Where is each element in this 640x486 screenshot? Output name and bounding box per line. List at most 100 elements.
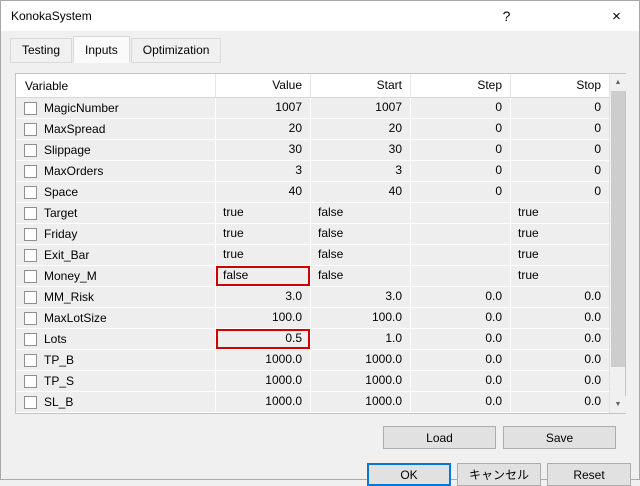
ok-button[interactable]: OK [367,463,451,486]
stop-cell[interactable]: true [511,266,609,286]
title-bar[interactable]: KonokaSystem ? × [1,1,639,31]
stop-cell[interactable]: 0.0 [511,329,609,349]
row-checkbox[interactable] [24,206,37,220]
row-checkbox[interactable] [24,101,37,115]
value-cell[interactable]: true [216,224,311,244]
table-row-maxlotsize[interactable]: MaxLotSize 100.0 100.0 0.0 0.0 [16,308,609,329]
row-checkbox[interactable] [24,185,37,199]
load-button[interactable]: Load [383,426,496,449]
stop-cell[interactable]: 0 [511,140,609,160]
start-cell[interactable]: 1007 [311,98,411,118]
variable-cell[interactable]: Friday [16,224,216,244]
table-row-space[interactable]: Space 40 40 0 0 [16,182,609,203]
variable-cell[interactable]: Space [16,182,216,202]
table-row-friday[interactable]: Friday true false true [16,224,609,245]
close-button[interactable]: × [594,1,639,31]
value-cell[interactable]: 20 [216,119,311,139]
start-cell[interactable]: false [311,245,411,265]
step-cell[interactable]: 0.0 [411,392,511,412]
stop-cell[interactable]: 0.0 [511,371,609,391]
tab-inputs[interactable]: Inputs [73,36,130,63]
step-cell[interactable]: 0.0 [411,329,511,349]
stop-cell[interactable]: 0.0 [511,287,609,307]
row-checkbox[interactable] [24,395,37,409]
stop-cell[interactable]: 0 [511,182,609,202]
table-row-exit_bar[interactable]: Exit_Bar true false true [16,245,609,266]
variable-cell[interactable]: SL_B [16,392,216,412]
step-cell[interactable] [411,266,511,286]
start-cell[interactable]: 1000.0 [311,371,411,391]
value-cell[interactable]: 30 [216,140,311,160]
start-cell[interactable]: 1000.0 [311,392,411,412]
variable-cell[interactable]: MaxSpread [16,119,216,139]
variable-cell[interactable]: Lots [16,329,216,349]
value-cell[interactable]: 1007 [216,98,311,118]
step-cell[interactable] [411,224,511,244]
start-cell[interactable]: 3 [311,161,411,181]
stop-cell[interactable]: 0.0 [511,308,609,328]
stop-cell[interactable]: true [511,245,609,265]
variable-cell[interactable]: MaxOrders [16,161,216,181]
row-checkbox[interactable] [24,332,37,346]
value-cell[interactable]: 1000.0 [216,392,311,412]
stop-cell[interactable]: 0 [511,161,609,181]
table-row-lots[interactable]: Lots 0.5 1.0 0.0 0.0 [16,329,609,350]
stop-cell[interactable]: 0.0 [511,350,609,370]
save-button[interactable]: Save [503,426,616,449]
table-row-tp_s[interactable]: TP_S 1000.0 1000.0 0.0 0.0 [16,371,609,392]
step-cell[interactable] [411,203,511,223]
table-row-maxspread[interactable]: MaxSpread 20 20 0 0 [16,119,609,140]
variable-cell[interactable]: MagicNumber [16,98,216,118]
variable-cell[interactable]: Target [16,203,216,223]
step-cell[interactable]: 0 [411,119,511,139]
stop-cell[interactable]: true [511,224,609,244]
help-button[interactable]: ? [484,1,529,31]
scroll-down-button[interactable]: ▼ [610,396,626,413]
start-cell[interactable]: 40 [311,182,411,202]
stop-cell[interactable]: 0 [511,98,609,118]
scrollbar-thumb[interactable] [611,91,625,367]
stop-cell[interactable]: 0 [511,119,609,139]
step-cell[interactable]: 0.0 [411,350,511,370]
start-cell[interactable]: 20 [311,119,411,139]
variable-cell[interactable]: TP_S [16,371,216,391]
row-checkbox[interactable] [24,122,37,136]
stop-cell[interactable]: 0.0 [511,392,609,412]
reset-button[interactable]: Reset [547,463,631,486]
step-cell[interactable]: 0.0 [411,287,511,307]
row-checkbox[interactable] [24,164,37,178]
variable-cell[interactable]: MaxLotSize [16,308,216,328]
step-cell[interactable]: 0 [411,98,511,118]
table-row-magicnumber[interactable]: MagicNumber 1007 1007 0 0 [16,98,609,119]
value-cell[interactable]: true [216,203,311,223]
value-cell[interactable]: 100.0 [216,308,311,328]
step-cell[interactable]: 0 [411,140,511,160]
row-checkbox[interactable] [24,374,37,388]
value-cell[interactable]: 3 [216,161,311,181]
start-cell[interactable]: false [311,224,411,244]
start-cell[interactable]: 1000.0 [311,350,411,370]
step-cell[interactable]: 0.0 [411,371,511,391]
start-cell[interactable]: false [311,266,411,286]
value-cell[interactable]: 40 [216,182,311,202]
variable-cell[interactable]: Money_M [16,266,216,286]
row-checkbox[interactable] [24,353,37,367]
step-cell[interactable]: 0 [411,161,511,181]
scroll-up-button[interactable]: ▲ [610,74,626,91]
value-cell[interactable]: 1000.0 [216,350,311,370]
variable-cell[interactable]: TP_B [16,350,216,370]
row-checkbox[interactable] [24,290,37,304]
start-cell[interactable]: 100.0 [311,308,411,328]
row-checkbox[interactable] [24,248,37,262]
value-cell[interactable]: false [216,266,311,286]
value-cell[interactable]: 3.0 [216,287,311,307]
tab-testing[interactable]: Testing [10,38,73,63]
table-row-sl_b[interactable]: SL_B 1000.0 1000.0 0.0 0.0 [16,392,609,413]
step-cell[interactable]: 0 [411,182,511,202]
cancel-button[interactable]: キャンセル [457,463,541,486]
value-cell[interactable]: 1000.0 [216,371,311,391]
table-row-maxorders[interactable]: MaxOrders 3 3 0 0 [16,161,609,182]
row-checkbox[interactable] [24,269,37,283]
start-cell[interactable]: 3.0 [311,287,411,307]
table-row-slippage[interactable]: Slippage 30 30 0 0 [16,140,609,161]
